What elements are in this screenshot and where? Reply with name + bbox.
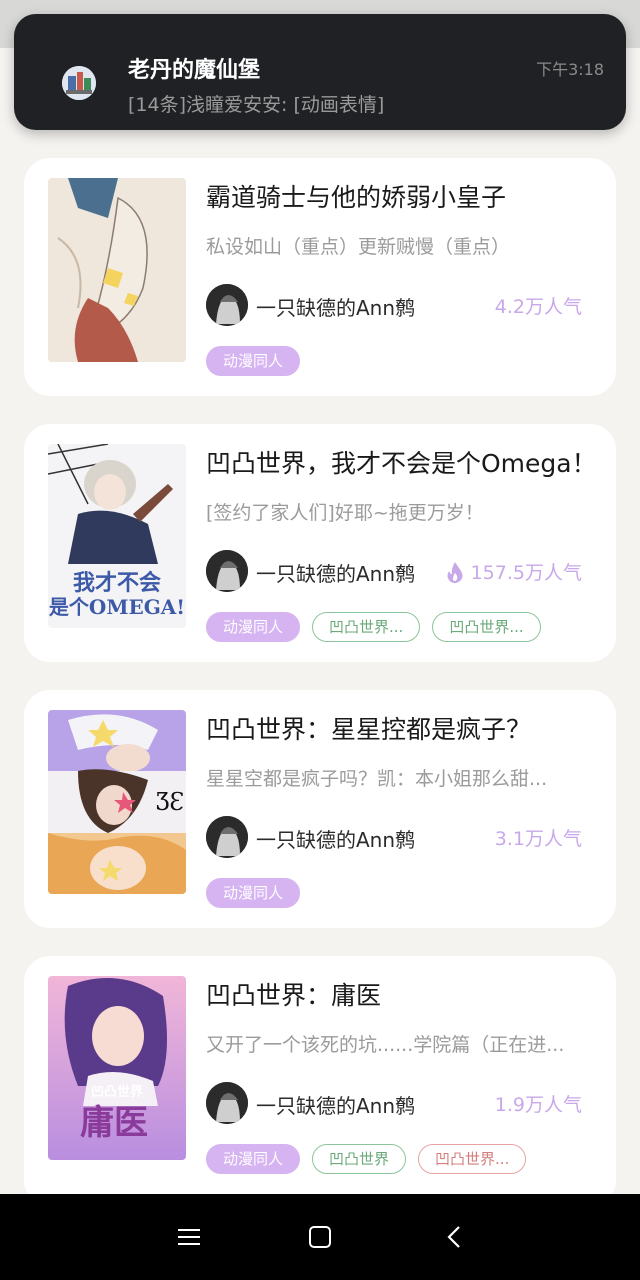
book-description: 星星空都是疯子吗？凯：本小姐那么甜... (206, 768, 548, 790)
popularity-text: 4.2万人气 (494, 296, 582, 318)
tag-list: 动漫同人 (206, 878, 301, 908)
system-navigation-bar (0, 1194, 640, 1280)
author-name[interactable]: 一只缺德的Ann鹩 (256, 292, 415, 321)
author-avatar[interactable] (206, 1082, 248, 1124)
svg-text:ƷƐ: ƷƐ (156, 788, 185, 816)
popularity-text: 157.5万人气 (470, 562, 582, 584)
notification-banner[interactable]: 老丹的魔仙堡 [14条]浅瞳爱安安: [动画表情] 下午3:18 (14, 14, 626, 130)
menu-icon[interactable] (174, 1222, 204, 1252)
author-name[interactable]: 一只缺德的Ann鹩 (256, 558, 415, 587)
tag[interactable]: 凹凸世界 (312, 1144, 407, 1174)
book-card[interactable]: 霸道骑士与他的娇弱小皇子 私设如山（重点）更新贼慢（重点） 一只缺德的Ann鹩 … (24, 158, 616, 396)
book-title[interactable]: 霸道骑士与他的娇弱小皇子 (206, 178, 596, 214)
cover-text: 是个OMEGA! (48, 595, 185, 619)
book-cover (48, 178, 186, 362)
notification-title: 老丹的魔仙堡 (128, 58, 261, 83)
home-square-icon[interactable] (305, 1222, 335, 1252)
group-avatar-icon (62, 66, 96, 100)
book-card[interactable]: 我才不会 是个OMEGA! 凹凸世界，我才不会是个Omega！ [签约了家人们]… (24, 424, 616, 662)
tag[interactable]: 动漫同人 (206, 346, 301, 376)
tag[interactable]: 凹凸世界... (312, 612, 421, 642)
popularity-text: 3.1万人气 (494, 828, 582, 850)
cover-text: 我才不会 (73, 570, 161, 596)
cover-text: 凹凸世界 (91, 1084, 143, 1100)
tag[interactable]: 动漫同人 (206, 612, 301, 642)
tag-list: 动漫同人 (206, 346, 301, 376)
popularity-count: 3.1万人气 (495, 824, 582, 851)
author-avatar[interactable] (206, 816, 248, 858)
author-avatar[interactable] (206, 284, 248, 326)
book-title[interactable]: 凹凸世界，我才不会是个Omega！ (206, 444, 596, 480)
author-name[interactable]: 一只缺德的Ann鹩 (256, 824, 415, 853)
flame-icon (447, 561, 463, 583)
author-name[interactable]: 一只缺德的Ann鹩 (256, 1090, 415, 1119)
popularity-count: 4.2万人气 (495, 292, 582, 319)
book-title[interactable]: 凹凸世界：星星控都是疯子？ (206, 710, 596, 746)
notification-time: 下午3:18 (536, 60, 604, 79)
book-cover: 我才不会 是个OMEGA! (48, 444, 186, 628)
book-description: 又开了一个该死的坑......学院篇（正在进... (206, 1034, 565, 1056)
book-description: [签约了家人们]好耶~拖更万岁！ (206, 502, 484, 524)
popularity-count: 1.9万人气 (495, 1090, 582, 1117)
author-avatar[interactable] (206, 550, 248, 592)
book-title[interactable]: 凹凸世界：庸医 (206, 976, 596, 1012)
tag[interactable]: 动漫同人 (206, 1144, 301, 1174)
popularity-text: 1.9万人气 (494, 1094, 582, 1116)
tag[interactable]: 动漫同人 (206, 878, 301, 908)
back-chevron-icon[interactable] (440, 1222, 470, 1252)
popularity-count: 157.5万人气 (445, 558, 582, 585)
tag-list: 动漫同人 凹凸世界 凹凸世界... (206, 1144, 527, 1174)
tag-list: 动漫同人 凹凸世界... 凹凸世界... (206, 612, 541, 642)
tag[interactable]: 凹凸世界... (432, 612, 541, 642)
book-card[interactable]: ƷƐ 凹凸世界：星星控都是疯子？ 星星空都是疯子吗？凯：本小姐那么甜... 一只… (24, 690, 616, 928)
book-card[interactable]: 凹凸世界 庸医 凹凸世界：庸医 又开了一个该死的坑......学院篇（正在进..… (24, 956, 616, 1206)
tag[interactable]: 凹凸世界... (418, 1144, 527, 1174)
book-cover: ƷƐ (48, 710, 186, 894)
notification-message: [14条]浅瞳爱安安: [动画表情] (128, 94, 385, 116)
book-cover: 凹凸世界 庸医 (48, 976, 186, 1160)
cover-text: 庸医 (80, 1103, 148, 1143)
book-description: 私设如山（重点）更新贼慢（重点） (206, 236, 511, 258)
